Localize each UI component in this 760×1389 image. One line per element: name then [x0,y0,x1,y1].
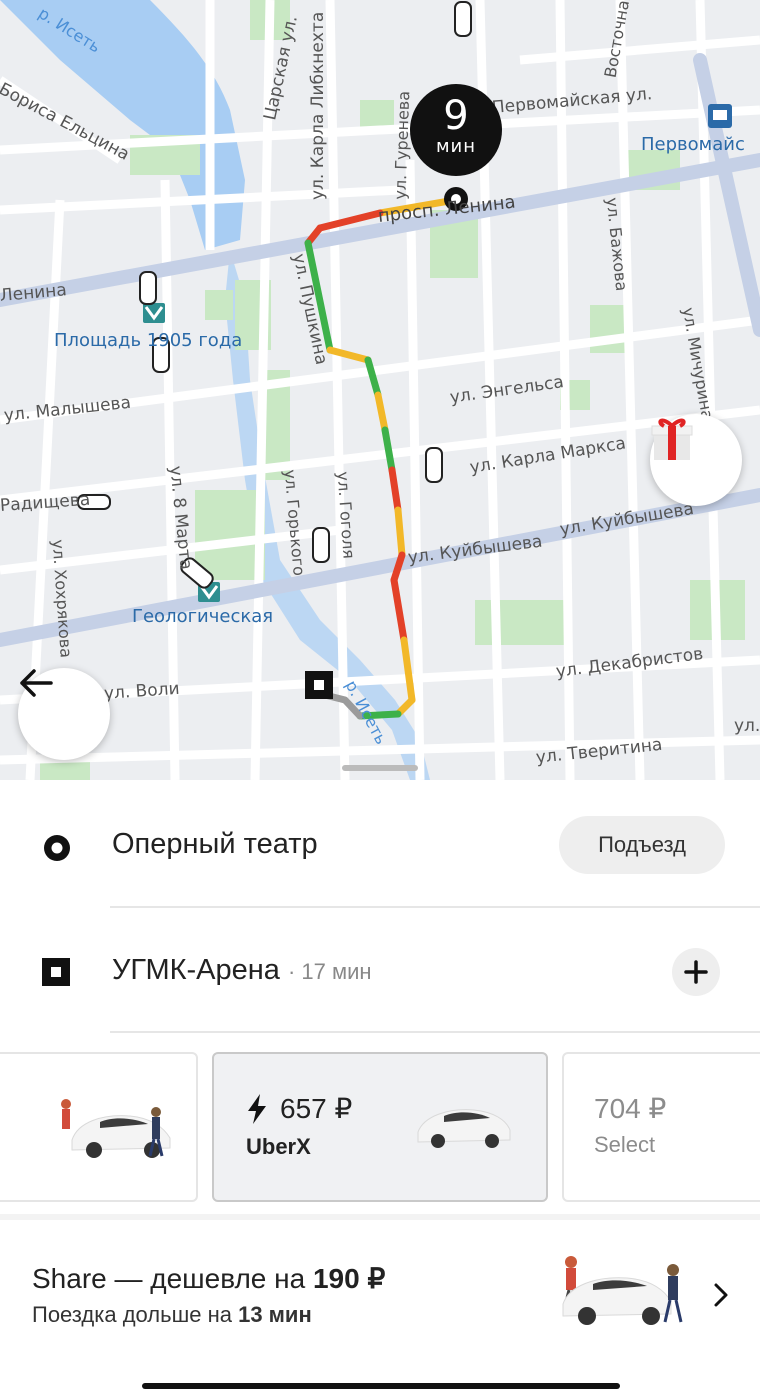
tariff-price: 657 ₽ [280,1093,353,1124]
car-uberx-icon [417,1109,511,1148]
share-subtitle-prefix: Поездка дольше на [32,1302,239,1327]
pickup-name[interactable]: Оперный театр [112,828,318,861]
car-share-icon [562,1256,683,1325]
sheet-handle[interactable] [342,765,418,771]
home-indicator [142,1383,620,1389]
destination-duration: · 17 мин [287,959,372,984]
plus-icon [684,960,708,984]
eta-unit: мин [435,136,477,157]
divider [110,1031,760,1033]
lightning-icon [248,1094,266,1124]
gift-icon [651,418,693,460]
street-label: ул. [734,716,760,736]
place-label: Геологическая [132,606,274,627]
tariff-card-uberx[interactable]: 657 ₽ UberX [212,1052,548,1202]
gift-button[interactable] [650,414,742,506]
tariff-price: 704 ₽ [594,1093,667,1124]
place-label: Площадь 1905 года [54,330,243,351]
street-label: ул. Карла Либкнехта [308,11,328,200]
destination-point-icon [42,958,70,986]
tariff-name: Select [594,1132,656,1157]
tariff-card-select[interactable]: 704 ₽ Select [562,1052,760,1202]
share-offer[interactable]: Share — дешевле на 190 ₽ Поездка дольше … [0,1220,760,1370]
divider [110,906,760,908]
eta-value: 9 [443,93,469,139]
arrow-left-icon [20,669,53,697]
back-button[interactable] [18,668,110,760]
entrance-button[interactable]: Подъезд [559,816,725,874]
chevron-right-icon[interactable] [712,1282,730,1308]
share-title-prefix: Share — дешевле на [32,1263,313,1294]
share-title-amount: 190 ₽ [312,1263,386,1294]
tariff-carousel[interactable]: 657 ₽ UberX 704 ₽ Select [0,1052,760,1204]
eta-bubble: 9 мин [410,84,502,176]
pickup-point-icon [44,835,70,861]
destination-name: УГМК-Арена [112,954,280,986]
destination-text[interactable]: УГМК-Арена · 17 мин [112,954,372,987]
add-stop-button[interactable] [672,948,720,996]
pickup-row[interactable]: Оперный театр Подъезд [0,790,760,906]
share-title: Share — дешевле на 190 ₽ [32,1262,385,1295]
map[interactable]: ул. Карла Либкнехта Царская ул. ул. Гуре… [0,0,760,780]
share-subtitle: Поездка дольше на 13 мин [32,1302,312,1328]
tariff-card-share[interactable] [0,1052,198,1202]
car-share-icon [61,1099,171,1158]
share-subtitle-amount: 13 мин [238,1302,312,1327]
place-label: Первомайс [641,134,745,155]
destination-row[interactable]: УГМК-Арена · 17 мин [0,910,760,1032]
tariff-name: UberX [246,1134,311,1159]
